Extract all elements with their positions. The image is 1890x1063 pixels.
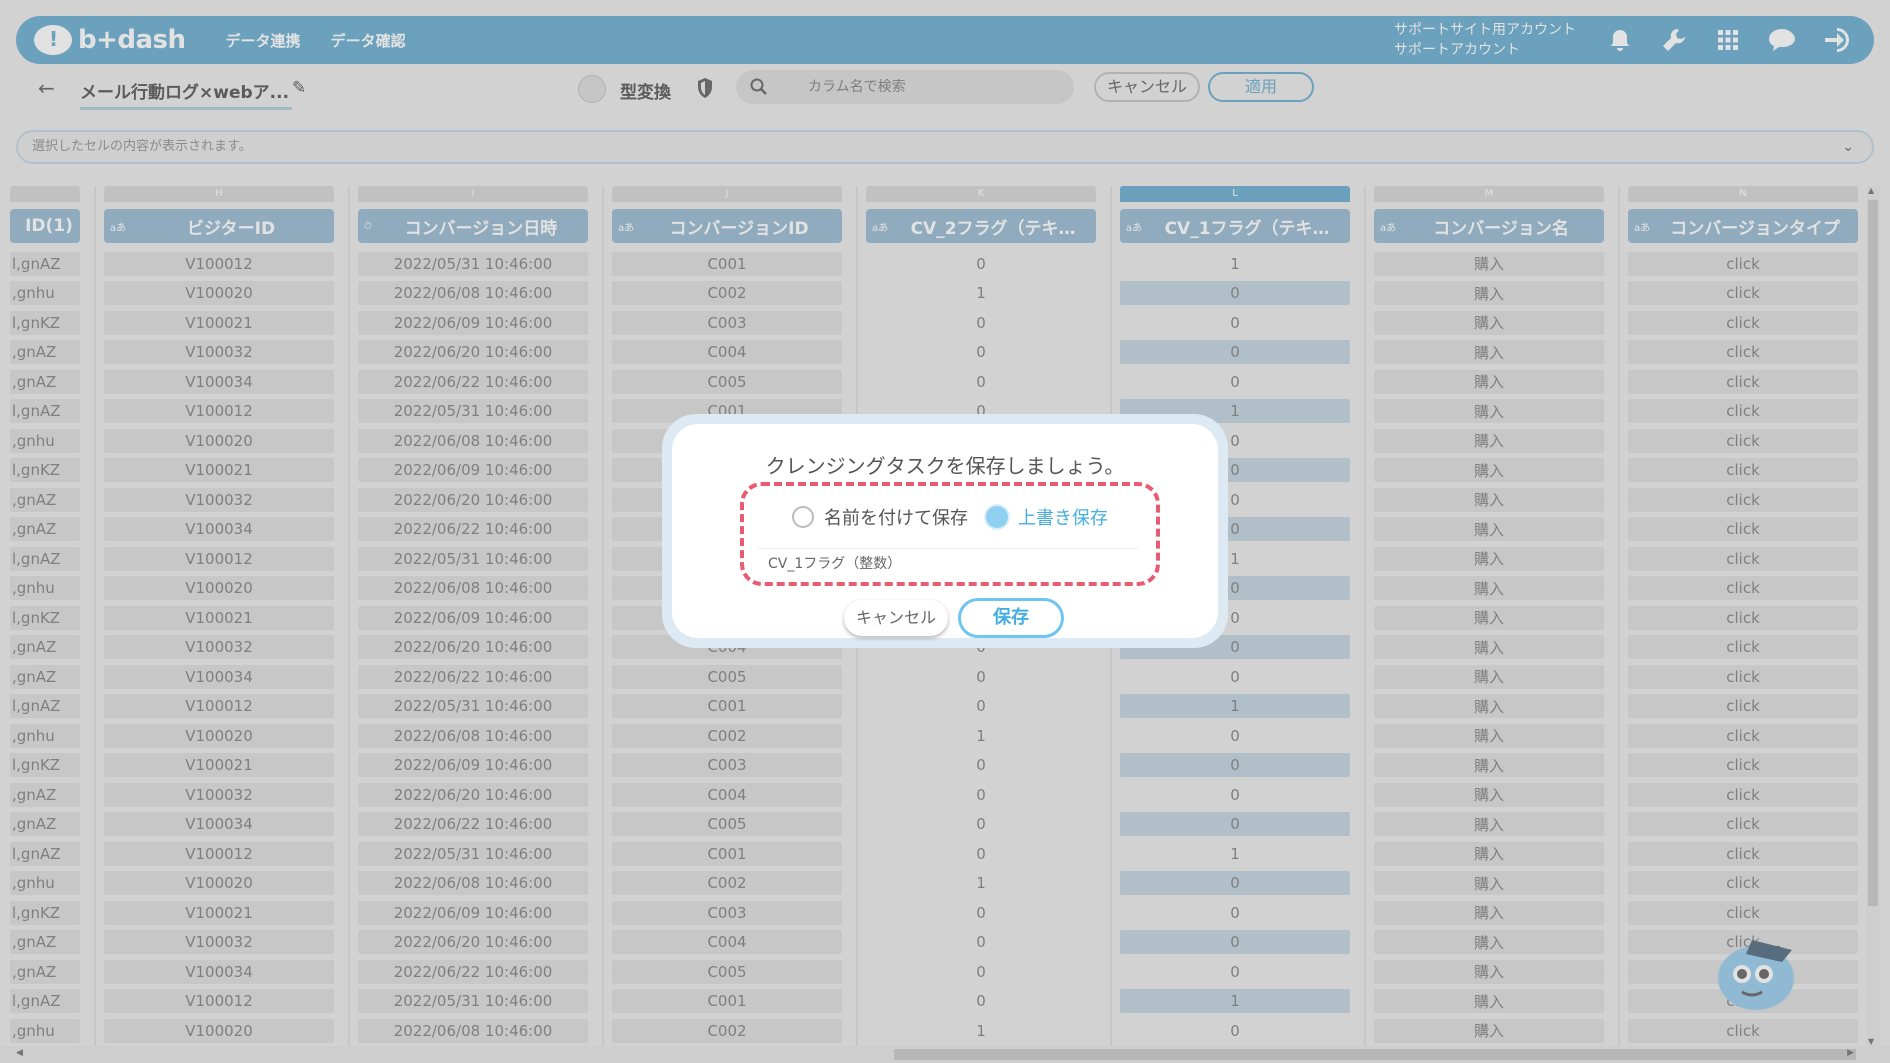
task-name-field[interactable]: CV_1フラグ（整数）: [758, 548, 1138, 578]
radio-overwrite[interactable]: [986, 506, 1008, 528]
save-mode-options: 名前を付けて保存 上書き保存: [792, 504, 1108, 530]
highlight-dashed-frame: 名前を付けて保存 上書き保存 CV_1フラグ（整数）: [740, 482, 1160, 586]
dialog-cancel-button[interactable]: キャンセル: [844, 600, 948, 636]
dialog-title: クレンジングタスクを保存しましょう。: [765, 454, 1125, 478]
save-as-label[interactable]: 名前を付けて保存: [824, 504, 968, 530]
dialog-save-button[interactable]: 保存: [958, 598, 1064, 638]
save-task-dialog: クレンジングタスクを保存しましょう。 名前を付けて保存 上書き保存 CV_1フラ…: [662, 414, 1228, 648]
save-task-dialog-body: クレンジングタスクを保存しましょう。 名前を付けて保存 上書き保存 CV_1フラ…: [672, 424, 1218, 638]
overwrite-label[interactable]: 上書き保存: [1018, 504, 1108, 530]
radio-save-as[interactable]: [792, 506, 814, 528]
